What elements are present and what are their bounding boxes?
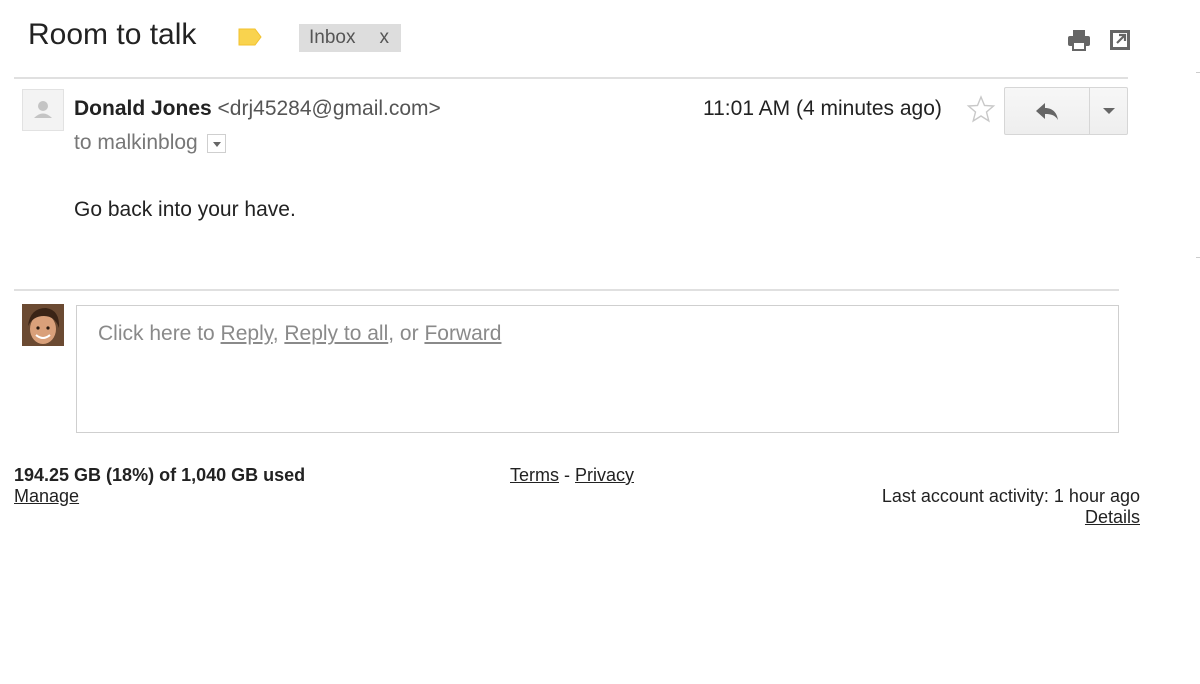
default-avatar-icon bbox=[34, 101, 52, 118]
activity-details-link[interactable]: Details bbox=[1085, 507, 1140, 528]
label-tag-icon[interactable] bbox=[237, 27, 263, 47]
inbox-label-chip[interactable]: Inbox x bbox=[299, 24, 401, 52]
inbox-label-text: Inbox bbox=[309, 27, 356, 48]
message-divider bbox=[14, 289, 1119, 291]
message-body: Go back into your have. bbox=[74, 198, 296, 221]
more-actions-button[interactable] bbox=[1090, 88, 1127, 134]
reply-prompt: Click here to Reply, Reply to all, or Fo… bbox=[98, 322, 501, 346]
header-divider bbox=[14, 77, 1128, 79]
reply-button[interactable] bbox=[1005, 88, 1090, 134]
edge-tick bbox=[1196, 72, 1200, 73]
reply-arrow-icon bbox=[1036, 103, 1058, 120]
print-icon[interactable] bbox=[1066, 28, 1092, 52]
chevron-down-icon bbox=[1102, 108, 1115, 114]
sender-line: Donald Jones <drj45284@gmail.com> bbox=[74, 97, 441, 121]
legal-links: Terms - Privacy bbox=[510, 465, 634, 486]
reply-link[interactable]: Reply bbox=[221, 322, 273, 345]
terms-link[interactable]: Terms bbox=[510, 465, 559, 485]
remove-label-button[interactable]: x bbox=[380, 27, 390, 49]
privacy-link[interactable]: Privacy bbox=[575, 465, 634, 485]
message-timestamp: 11:01 AM (4 minutes ago) bbox=[703, 97, 942, 120]
thread-subject: Room to talk bbox=[28, 18, 197, 51]
last-account-activity: Last account activity: 1 hour ago bbox=[881, 486, 1140, 506]
reply-all-link[interactable]: Reply to all bbox=[284, 322, 388, 345]
storage-usage: 194.25 GB (18%) of 1,040 GB used bbox=[14, 465, 306, 485]
forward-link[interactable]: Forward bbox=[424, 322, 501, 345]
show-details-dropdown-icon[interactable] bbox=[206, 133, 226, 153]
reply-box[interactable]: Click here to Reply, Reply to all, or Fo… bbox=[76, 305, 1119, 433]
reply-prompt-prefix: Click here to bbox=[98, 322, 221, 345]
recipient-text: to malkinblog bbox=[74, 131, 198, 154]
current-user-avatar bbox=[22, 304, 64, 346]
reply-button-group bbox=[1004, 87, 1128, 135]
reply-prompt-sep: , bbox=[272, 322, 285, 345]
sender-name[interactable]: Donald Jones bbox=[74, 97, 212, 120]
sender-email: <drj45284@gmail.com> bbox=[217, 97, 441, 120]
new-window-icon[interactable] bbox=[1108, 28, 1132, 52]
edge-tick bbox=[1196, 257, 1200, 258]
recipient-line: to malkinblog bbox=[74, 131, 226, 155]
reply-prompt-sep: , or bbox=[388, 322, 425, 345]
sender-avatar bbox=[22, 89, 64, 131]
star-icon[interactable] bbox=[966, 94, 996, 124]
manage-storage-link[interactable]: Manage bbox=[14, 486, 79, 507]
legal-separator: - bbox=[559, 465, 575, 485]
